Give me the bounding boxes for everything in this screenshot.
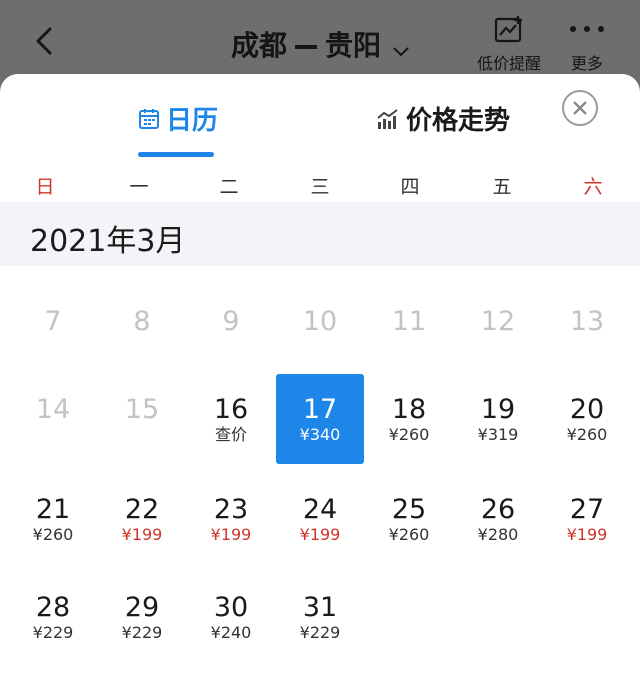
calendar-day: 13: [543, 286, 631, 376]
calendar-day[interactable]: 25 ¥260: [365, 474, 453, 564]
weekday-header: 日 一 二 三 四 五 六: [0, 172, 640, 198]
weekday-thu: 四: [400, 176, 420, 198]
day-number: 19: [480, 394, 516, 425]
day-number: 22: [124, 494, 160, 525]
calendar-day[interactable]: 19 ¥319: [454, 374, 542, 464]
day-price: ¥199: [299, 525, 341, 544]
calendar-day[interactable]: 18 ¥260: [365, 374, 453, 464]
day-price: ¥260: [388, 525, 430, 544]
day-number: 10: [302, 306, 338, 337]
day-number: 25: [391, 494, 427, 525]
day-price: ¥260: [566, 425, 608, 444]
day-price: ¥260: [388, 425, 430, 444]
day-number: 12: [480, 306, 516, 337]
calendar-day[interactable]: 31 ¥229: [276, 572, 364, 662]
close-button[interactable]: [562, 90, 598, 126]
calendar-day[interactable]: 30 ¥240: [187, 572, 275, 662]
more-dots-icon: [570, 26, 604, 32]
weekday-wed: 三: [310, 176, 330, 198]
weekday-fri: 五: [492, 176, 512, 198]
day-price: ¥199: [210, 525, 252, 544]
calendar-day[interactable]: 27 ¥199: [543, 474, 631, 564]
origin-city: 成都: [230, 29, 287, 62]
day-number: 23: [213, 494, 249, 525]
day-number: 18: [391, 394, 427, 425]
day-price: ¥280: [477, 525, 519, 544]
day-number: 30: [213, 592, 249, 623]
calendar-day[interactable]: 21 ¥260: [9, 474, 97, 564]
day-price: ¥199: [121, 525, 163, 544]
weekday-sat: 六: [583, 176, 603, 198]
day-number: 17: [302, 394, 338, 425]
active-tab-indicator: [138, 152, 214, 157]
calendar-day[interactable]: 22 ¥199: [98, 474, 186, 564]
day-number: 24: [302, 494, 338, 525]
destination-city: 贵阳: [325, 29, 382, 62]
day-price: ¥319: [477, 425, 519, 444]
day-price: ¥229: [121, 623, 163, 642]
day-price: ¥240: [210, 623, 252, 642]
calendar-day[interactable]: 20 ¥260: [543, 374, 631, 464]
day-price: ¥260: [32, 525, 74, 544]
day-price: ¥199: [566, 525, 608, 544]
day-number: 9: [222, 306, 240, 337]
calendar-day: 9: [187, 286, 275, 376]
tab-calendar-label: 日历: [166, 106, 219, 136]
day-number: 14: [35, 394, 71, 425]
more-label: 更多: [570, 54, 603, 73]
day-number: 29: [124, 592, 160, 623]
low-price-alert-label: 低价提醒: [476, 54, 541, 73]
calendar-day[interactable]: 24 ¥199: [276, 474, 364, 564]
more-button[interactable]: 更多: [566, 14, 608, 74]
tab-price-trend-label: 价格走势: [406, 106, 511, 136]
day-number: 21: [35, 494, 71, 525]
route-arrow-icon: [295, 45, 317, 49]
day-number: 13: [569, 306, 605, 337]
trend-chart-icon: [376, 108, 400, 130]
month-header: 2021年3月: [0, 202, 640, 266]
day-price: ¥229: [32, 623, 74, 642]
calendar-sheet: 日历 价格走势 日 一 二 三 四 五 六 2021年3月 7 8 9 10 11 12 1…: [0, 74, 640, 687]
day-number: 15: [124, 394, 160, 425]
weekday-mon: 一: [129, 176, 149, 198]
weekday-sun: 日: [35, 176, 55, 198]
calendar-day[interactable]: 28 ¥229: [9, 572, 97, 662]
calendar-day: 14: [9, 374, 97, 464]
day-number: 31: [302, 592, 338, 623]
tab-calendar[interactable]: 日历: [138, 100, 218, 137]
month-title: 2021年3月: [30, 224, 186, 259]
low-price-alert-button[interactable]: 低价提醒: [470, 14, 548, 74]
calendar-icon: [138, 108, 160, 130]
calendar-day: 11: [365, 286, 453, 376]
price-chart-alert-icon: [494, 16, 522, 43]
day-price: 查价: [214, 425, 247, 444]
calendar-day[interactable]: 16 查价: [187, 374, 275, 464]
close-icon: [573, 101, 587, 115]
tab-price-trend[interactable]: 价格走势: [376, 100, 510, 137]
calendar-day: 15: [98, 374, 186, 464]
day-number: 16: [213, 394, 249, 425]
calendar-day[interactable]: 29 ¥229: [98, 572, 186, 662]
calendar-day: 8: [98, 286, 186, 376]
day-price: ¥340: [299, 425, 341, 444]
day-number: 8: [133, 306, 151, 337]
day-number: 28: [35, 592, 71, 623]
day-number: 7: [44, 306, 62, 337]
calendar-day[interactable]: 23 ¥199: [187, 474, 275, 564]
day-number: 26: [480, 494, 516, 525]
calendar-day-selected[interactable]: 17 ¥340: [276, 374, 364, 464]
calendar-day: 12: [454, 286, 542, 376]
top-bar: 成都 贵阳 低价提醒 更多: [0, 0, 640, 82]
day-number: 11: [391, 306, 427, 337]
day-number: 20: [569, 394, 605, 425]
calendar-day: 7: [9, 286, 97, 376]
day-number: 27: [569, 494, 605, 525]
weekday-tue: 二: [219, 176, 239, 198]
calendar-day[interactable]: 26 ¥280: [454, 474, 542, 564]
calendar-day: 10: [276, 286, 364, 376]
chevron-down-icon: [393, 31, 409, 64]
day-price: ¥229: [299, 623, 341, 642]
